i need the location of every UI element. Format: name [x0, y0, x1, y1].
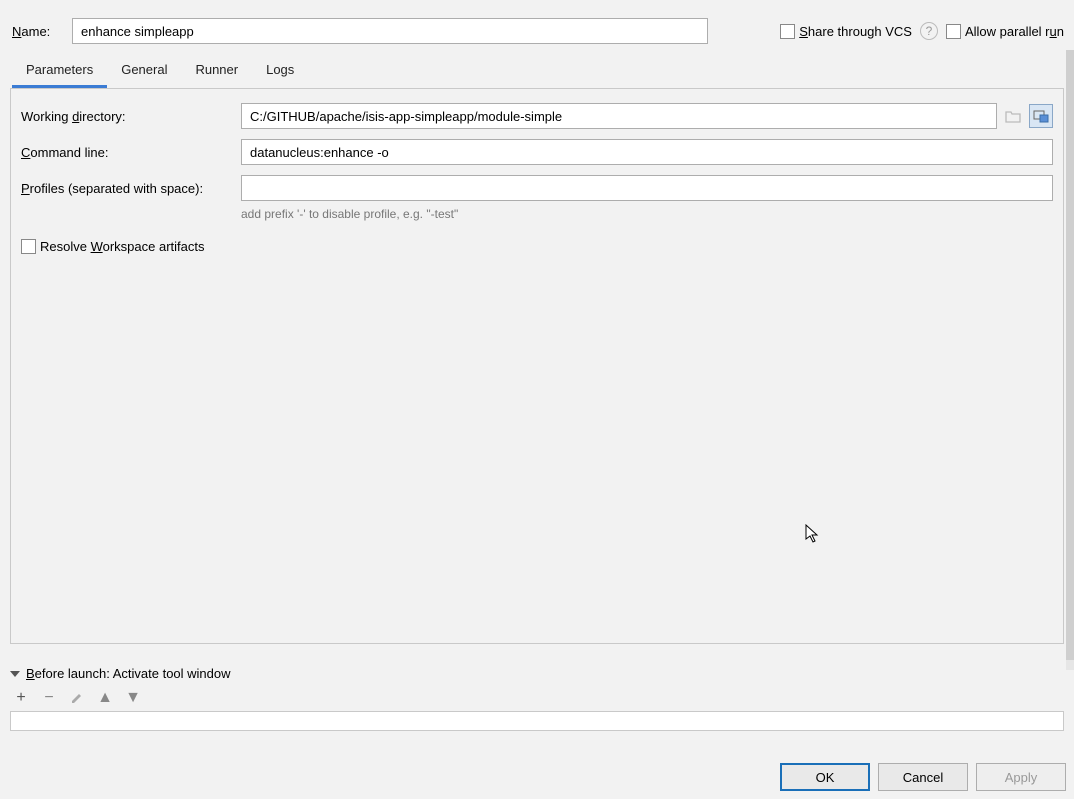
scrollbar-thumb[interactable]	[1066, 50, 1074, 660]
share-vcs-checkbox[interactable]: Share through VCS	[780, 24, 912, 39]
cancel-button[interactable]: Cancel	[878, 763, 968, 791]
before-launch-list[interactable]	[10, 711, 1064, 731]
help-icon[interactable]: ?	[920, 22, 938, 40]
name-label: Name:	[10, 24, 62, 39]
allow-parallel-checkbox[interactable]: Allow parallel run	[946, 24, 1064, 39]
apply-button: Apply	[976, 763, 1066, 791]
before-launch-expander[interactable]: Before launch: Activate tool window	[10, 666, 1064, 681]
move-up-button: ▲	[96, 689, 114, 707]
profiles-hint: add prefix '-' to disable profile, e.g. …	[241, 207, 1053, 221]
before-launch-label: Before launch: Activate tool window	[26, 666, 231, 681]
tab-parameters[interactable]: Parameters	[12, 54, 107, 88]
parameters-panel: Working directory: Command line: Profile…	[10, 88, 1064, 644]
insert-path-icon[interactable]	[1029, 104, 1053, 128]
resolve-workspace-checkbox[interactable]: Resolve Workspace artifacts	[21, 239, 205, 254]
add-button[interactable]: +	[12, 689, 30, 707]
browse-folder-icon[interactable]	[1001, 104, 1025, 128]
edit-button	[68, 691, 86, 705]
share-vcs-label: Share through VCS	[799, 24, 912, 39]
remove-button: −	[40, 689, 58, 707]
command-line-label: Command line:	[21, 145, 241, 160]
chevron-down-icon	[10, 671, 20, 677]
allow-parallel-label: Allow parallel run	[965, 24, 1064, 39]
working-directory-label: Working directory:	[21, 109, 241, 124]
before-launch-toolbar: + − ▲ ▼	[12, 689, 1064, 707]
profiles-label: Profiles (separated with space):	[21, 181, 241, 196]
tab-general[interactable]: General	[107, 54, 181, 88]
tab-runner[interactable]: Runner	[181, 54, 252, 88]
command-line-input[interactable]	[241, 139, 1053, 165]
tab-logs[interactable]: Logs	[252, 54, 308, 88]
move-down-button: ▼	[124, 689, 142, 707]
ok-button[interactable]: OK	[780, 763, 870, 791]
checkbox-box-icon	[946, 24, 961, 39]
working-directory-input[interactable]	[241, 103, 997, 129]
checkbox-box-icon	[21, 239, 36, 254]
profiles-input[interactable]	[241, 175, 1053, 201]
name-input[interactable]	[72, 18, 708, 44]
checkbox-box-icon	[780, 24, 795, 39]
dialog-buttons: OK Cancel Apply	[780, 763, 1066, 791]
resolve-workspace-label: Resolve Workspace artifacts	[40, 239, 205, 254]
tabs: Parameters General Runner Logs	[0, 54, 1074, 88]
